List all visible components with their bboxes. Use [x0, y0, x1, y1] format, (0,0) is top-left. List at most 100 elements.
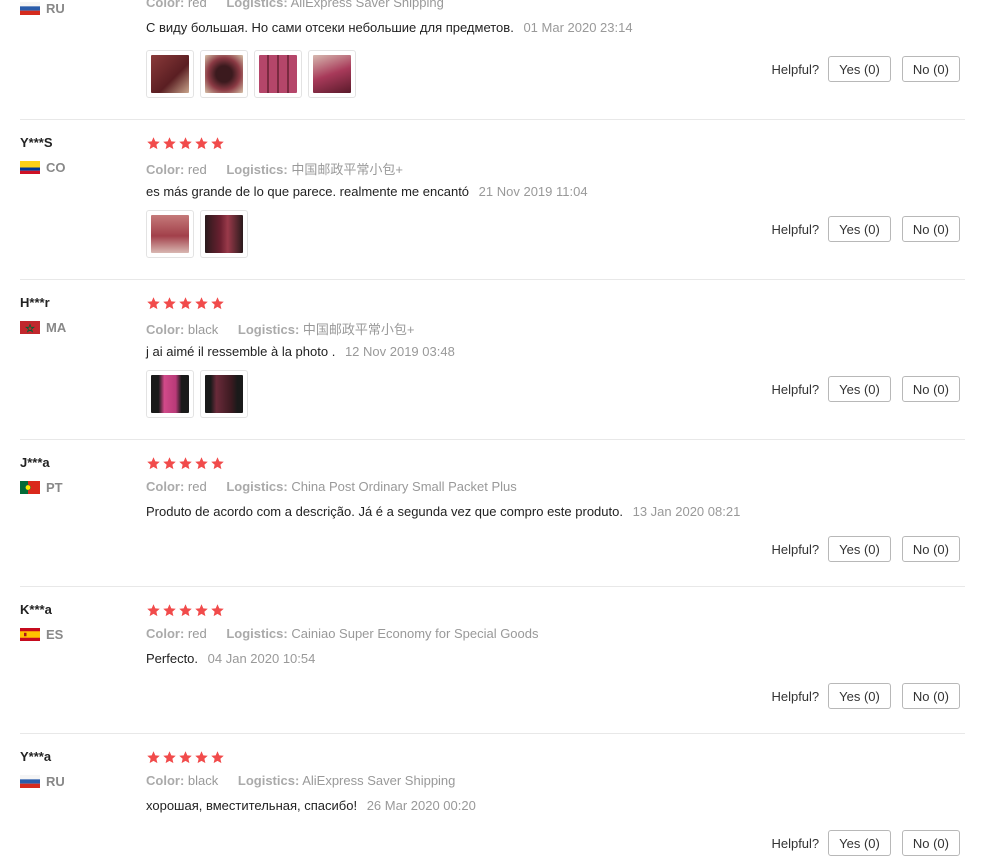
logistics-value: AliExpress Saver Shipping — [302, 773, 456, 788]
review-photo[interactable] — [308, 50, 356, 98]
star-icon — [163, 297, 176, 310]
color-label: Color: — [146, 773, 185, 788]
reviewer-name: Y***S — [20, 135, 53, 150]
star-icon — [211, 297, 224, 310]
logistics-value: 中国邮政平常小包+ — [291, 162, 403, 177]
star-rating — [146, 603, 225, 618]
review-photo[interactable] — [254, 50, 302, 98]
star-rating — [146, 136, 225, 151]
helpful-no-button[interactable]: No (0) — [901, 683, 960, 709]
flag-co-icon — [20, 161, 40, 174]
star-icon — [211, 457, 224, 470]
country-code: RU — [46, 1, 65, 16]
helpful-vote: Helpful? Yes (0) No (0) — [771, 536, 960, 562]
reviewer-name: H***r — [20, 295, 50, 310]
helpful-no-button[interactable]: No (0) — [901, 56, 960, 82]
helpful-vote: Helpful? Yes (0) No (0) — [771, 830, 960, 856]
color-value: red — [187, 479, 207, 494]
review-photo[interactable] — [146, 50, 194, 98]
review-date: 13 Jan 2020 08:21 — [632, 504, 741, 519]
logistics-label: Logistics: — [226, 479, 288, 494]
review-attributes: Color: red Logistics: Cainiao Super Econ… — [146, 626, 539, 641]
helpful-label: Helpful? — [771, 835, 820, 851]
helpful-label: Helpful? — [771, 221, 820, 237]
review-photos — [146, 210, 248, 258]
helpful-label: Helpful? — [771, 688, 820, 704]
color-value: black — [187, 322, 219, 337]
star-icon — [179, 297, 192, 310]
country-code: MA — [46, 320, 67, 335]
review-date: 21 Nov 2019 11:04 — [478, 184, 588, 199]
color-value: black — [187, 773, 219, 788]
helpful-label: Helpful? — [771, 541, 820, 557]
star-icon — [163, 137, 176, 150]
country-code: CO — [46, 160, 66, 175]
color-label: Color: — [146, 322, 185, 337]
review-text: С виду большая. Но сами отсеки небольшие… — [146, 20, 633, 35]
star-rating — [146, 456, 225, 471]
helpful-yes-button[interactable]: Yes (0) — [828, 683, 891, 709]
logistics-label: Logistics: — [226, 0, 288, 10]
helpful-yes-button[interactable]: Yes (0) — [828, 536, 891, 562]
star-icon — [195, 297, 208, 310]
country-code: PT — [46, 480, 63, 495]
color-value: red — [187, 162, 207, 177]
helpful-label: Helpful? — [771, 61, 820, 77]
color-label: Color: — [146, 162, 185, 177]
star-icon — [195, 604, 208, 617]
review-photo[interactable] — [146, 370, 194, 418]
country-code: ES — [46, 627, 64, 642]
star-icon — [195, 751, 208, 764]
review-text: j ai aimé il ressemble à la photo . 12 N… — [146, 344, 455, 359]
helpful-yes-button[interactable]: Yes (0) — [828, 216, 891, 242]
star-icon — [163, 457, 176, 470]
color-label: Color: — [146, 626, 185, 641]
logistics-value: 中国邮政平常小包+ — [302, 322, 415, 337]
color-value: red — [187, 0, 207, 10]
star-icon — [179, 457, 192, 470]
logistics-label: Logistics: — [237, 322, 300, 337]
review-text: es más grande de lo que parece. realment… — [146, 184, 588, 199]
review-photo[interactable] — [200, 210, 248, 258]
review-text: Perfecto. 04 Jan 2020 10:54 — [146, 651, 315, 666]
flag-es-icon — [20, 628, 40, 641]
star-icon — [179, 137, 192, 150]
review-attributes: Color: red Logistics: China Post Ordinar… — [146, 479, 517, 494]
review-body: Produto de acordo com a descrição. Já é … — [146, 504, 623, 519]
star-icon — [163, 751, 176, 764]
logistics-label: Logistics: — [226, 162, 288, 177]
helpful-no-button[interactable]: No (0) — [901, 536, 960, 562]
review-attributes: Color: black Logistics: 中国邮政平常小包+ — [146, 319, 415, 338]
reviewer-country: RU — [20, 774, 65, 789]
review-photo[interactable] — [146, 210, 194, 258]
review-attributes: Color: black Logistics: AliExpress Saver… — [146, 773, 455, 788]
review-photo[interactable] — [200, 370, 248, 418]
helpful-no-button[interactable]: No (0) — [901, 376, 960, 402]
reviewer-country: PT — [20, 480, 63, 495]
logistics-value: Cainiao Super Economy for Special Goods — [291, 626, 539, 641]
helpful-no-button[interactable]: No (0) — [901, 216, 960, 242]
helpful-label: Helpful? — [771, 381, 820, 397]
star-icon — [147, 457, 160, 470]
review-photos — [146, 370, 248, 418]
helpful-vote: Helpful? Yes (0) No (0) — [771, 683, 960, 709]
review-divider — [20, 733, 965, 734]
review-photo[interactable] — [200, 50, 248, 98]
star-icon — [147, 137, 160, 150]
review-date: 01 Mar 2020 23:14 — [523, 20, 633, 35]
review-body: хорошая, вместительная, спасибо! — [146, 798, 358, 813]
logistics-label: Logistics: — [226, 626, 288, 641]
star-icon — [211, 604, 224, 617]
star-icon — [163, 604, 176, 617]
helpful-yes-button[interactable]: Yes (0) — [828, 56, 891, 82]
star-icon — [147, 604, 160, 617]
helpful-yes-button[interactable]: Yes (0) — [828, 830, 891, 856]
helpful-no-button[interactable]: No (0) — [901, 830, 960, 856]
review-body: j ai aimé il ressemble à la photo . — [146, 344, 336, 359]
reviewer-name: K***a — [20, 602, 52, 617]
helpful-yes-button[interactable]: Yes (0) — [828, 376, 891, 402]
reviewer-name: Y***a — [20, 749, 52, 764]
review-date: 12 Nov 2019 03:48 — [344, 344, 455, 359]
review-attributes: Color: red Logistics: 中国邮政平常小包+ — [146, 159, 403, 178]
reviewer-country: RU — [20, 1, 65, 16]
